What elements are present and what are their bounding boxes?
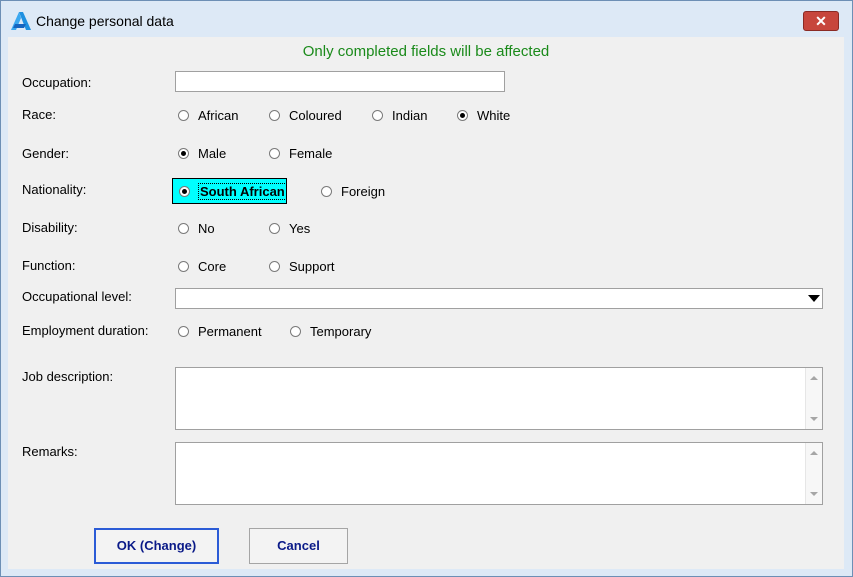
radio-circle	[269, 223, 280, 234]
scroll-up-icon[interactable]	[810, 451, 818, 455]
race-indian-radio[interactable]: Indian	[372, 108, 427, 123]
remarks-label: Remarks:	[22, 444, 78, 459]
scroll-down-icon[interactable]	[810, 492, 818, 496]
race-african-radio[interactable]: African	[178, 108, 238, 123]
function-core-radio[interactable]: Core	[178, 259, 226, 274]
employment-duration-label: Employment duration:	[22, 323, 149, 338]
radio-circle-selected	[179, 186, 190, 197]
gender-female-radio[interactable]: Female	[269, 146, 332, 161]
title-bar: Change personal data ✕	[1, 1, 852, 37]
race-white-radio[interactable]: White	[457, 108, 510, 123]
job-description-label: Job description:	[22, 369, 114, 384]
radio-circle	[269, 261, 280, 272]
radio-circle	[269, 148, 280, 159]
dialog-body: Only completed fields will be affected O…	[8, 37, 844, 569]
ok-change-button[interactable]: OK (Change)	[94, 528, 219, 564]
occupation-label: Occupation:	[22, 75, 92, 90]
disability-yes-radio[interactable]: Yes	[269, 221, 310, 236]
radio-circle-selected	[178, 148, 189, 159]
function-label: Function:	[22, 258, 76, 273]
dialog-window: Change personal data ✕ Only completed fi…	[0, 0, 853, 577]
radio-circle	[178, 326, 189, 337]
notice-text: Only completed fields will be affected	[302, 43, 550, 60]
scroll-down-icon[interactable]	[810, 417, 818, 421]
close-button[interactable]: ✕	[803, 11, 839, 31]
remarks-scrollbar[interactable]	[805, 443, 822, 504]
dropdown-arrow-icon[interactable]	[808, 295, 820, 302]
radio-circle	[178, 223, 189, 234]
close-icon: ✕	[815, 13, 827, 29]
job-description-scrollbar[interactable]	[805, 368, 822, 429]
scroll-up-icon[interactable]	[810, 376, 818, 380]
employment-permanent-radio[interactable]: Permanent	[178, 324, 262, 339]
remarks-textarea[interactable]	[175, 442, 823, 505]
cancel-button[interactable]: Cancel	[249, 528, 348, 564]
employment-temporary-radio[interactable]: Temporary	[290, 324, 371, 339]
radio-circle	[178, 110, 189, 121]
radio-circle	[372, 110, 383, 121]
radio-circle-selected	[457, 110, 468, 121]
race-coloured-radio[interactable]: Coloured	[269, 108, 342, 123]
occupational-level-select[interactable]	[175, 288, 823, 309]
function-support-radio[interactable]: Support	[269, 259, 335, 274]
window-title: Change personal data	[36, 13, 174, 29]
occupation-input[interactable]	[175, 71, 505, 92]
job-description-textarea[interactable]	[175, 367, 823, 430]
nationality-focus-box: South African	[172, 178, 287, 204]
gender-label: Gender:	[22, 146, 69, 161]
race-label: Race:	[22, 107, 56, 122]
disability-label: Disability:	[22, 220, 78, 235]
app-logo-icon	[11, 12, 31, 30]
radio-circle	[269, 110, 280, 121]
occupational-level-label: Occupational level:	[22, 289, 132, 304]
nationality-foreign-radio[interactable]: Foreign	[321, 184, 385, 199]
nationality-south-african-radio[interactable]: South African	[179, 183, 287, 200]
disability-no-radio[interactable]: No	[178, 221, 215, 236]
gender-male-radio[interactable]: Male	[178, 146, 226, 161]
radio-circle	[178, 261, 189, 272]
radio-circle	[290, 326, 301, 337]
radio-circle	[321, 186, 332, 197]
nationality-label: Nationality:	[22, 182, 87, 197]
